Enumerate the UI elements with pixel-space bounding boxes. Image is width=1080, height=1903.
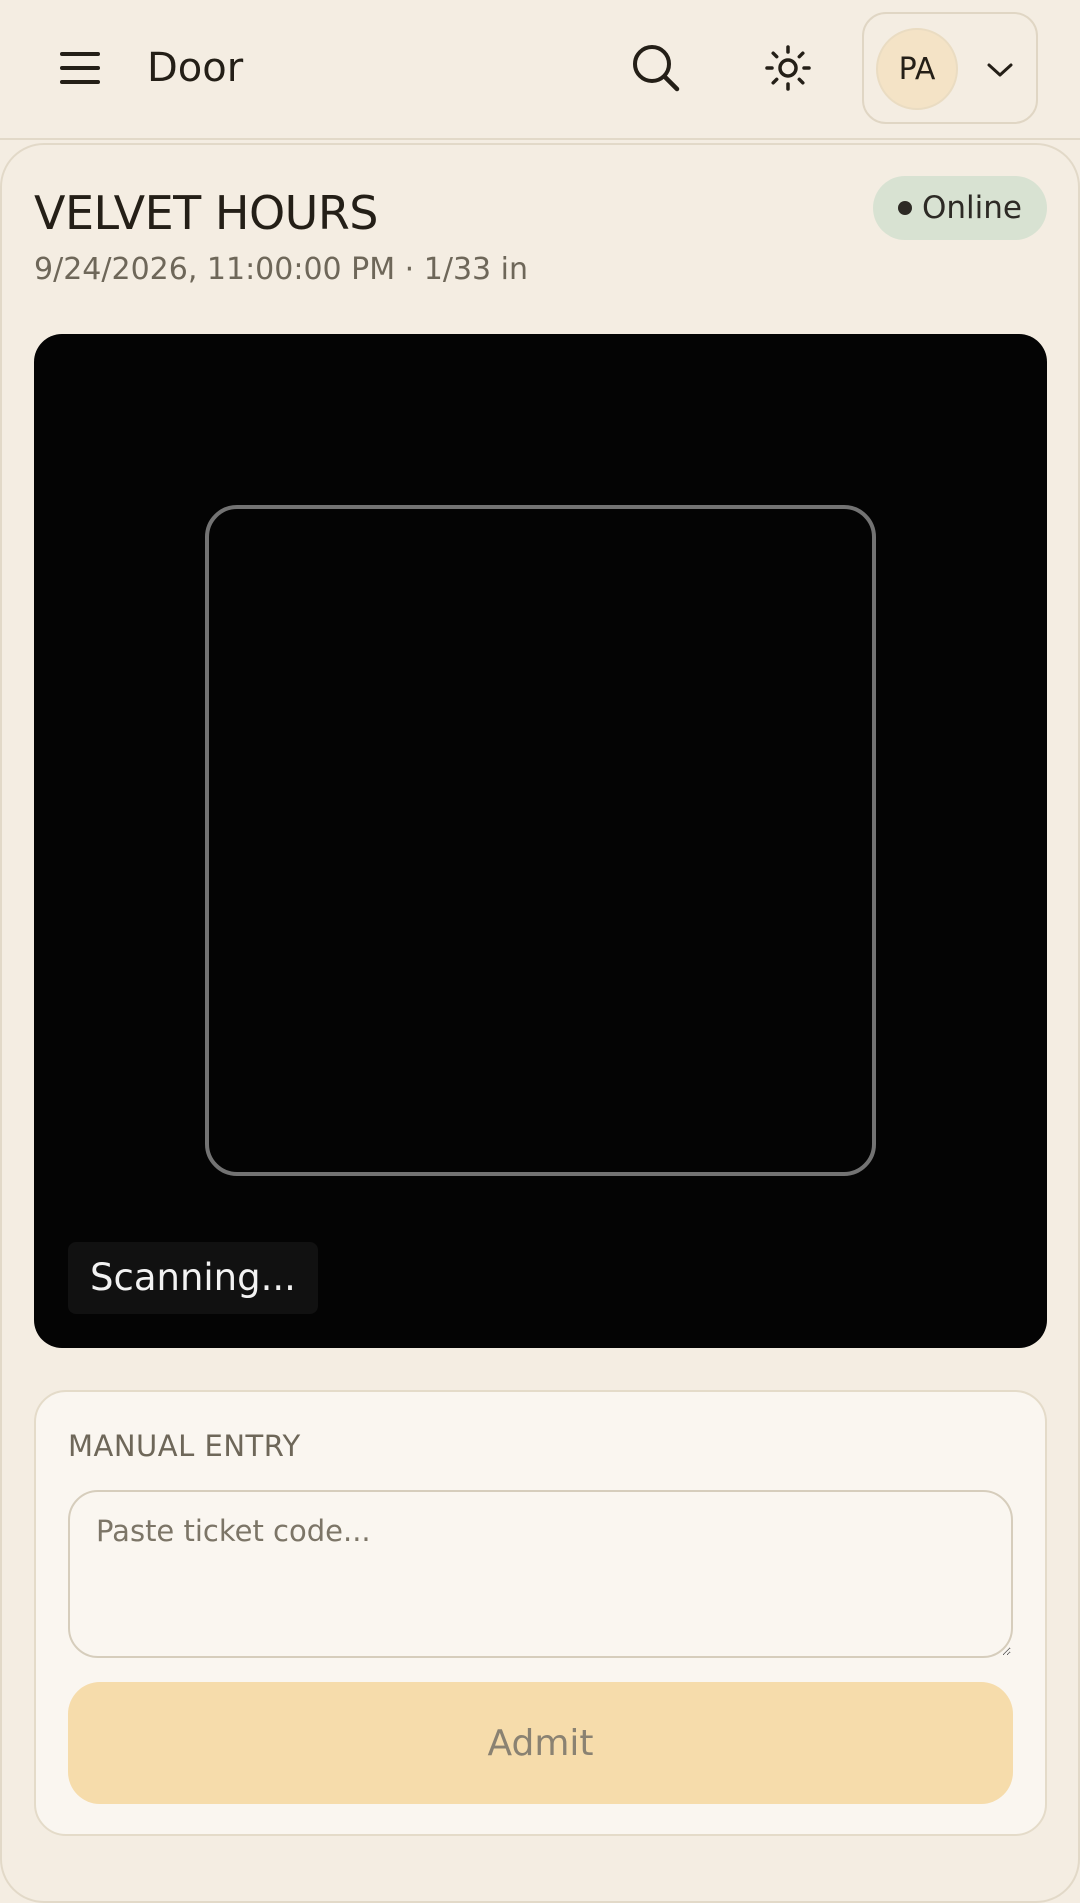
scan-status-label: Scanning... bbox=[68, 1242, 318, 1314]
manual-entry-label: MANUAL ENTRY bbox=[68, 1429, 301, 1463]
chevron-down-icon bbox=[987, 63, 1013, 77]
page-title: Door bbox=[147, 45, 244, 91]
account-menu-button[interactable]: PA bbox=[862, 12, 1038, 124]
sun-icon bbox=[765, 45, 811, 91]
search-icon bbox=[633, 45, 680, 92]
camera-scanner: Scanning... bbox=[34, 334, 1047, 1348]
status-badge: Online bbox=[873, 176, 1047, 240]
status-text: Online bbox=[922, 190, 1022, 226]
chevron-down-wrapper bbox=[982, 52, 1018, 88]
theme-toggle-button[interactable] bbox=[760, 40, 816, 96]
menu-button[interactable] bbox=[56, 44, 104, 92]
top-app-bar: Door PA bbox=[0, 0, 1080, 140]
scan-frame bbox=[205, 505, 876, 1176]
avatar: PA bbox=[876, 28, 958, 110]
hamburger-menu-icon bbox=[60, 52, 100, 84]
manual-entry-card: MANUAL ENTRY Admit bbox=[34, 1390, 1047, 1836]
event-title: VELVET HOURS bbox=[34, 186, 379, 240]
search-button[interactable] bbox=[628, 40, 684, 96]
event-subtitle: 9/24/2026, 11:00:00 PM · 1/33 in bbox=[34, 252, 529, 287]
admit-button[interactable]: Admit bbox=[68, 1682, 1013, 1804]
status-dot bbox=[898, 201, 912, 215]
ticket-code-input[interactable] bbox=[68, 1490, 1013, 1658]
